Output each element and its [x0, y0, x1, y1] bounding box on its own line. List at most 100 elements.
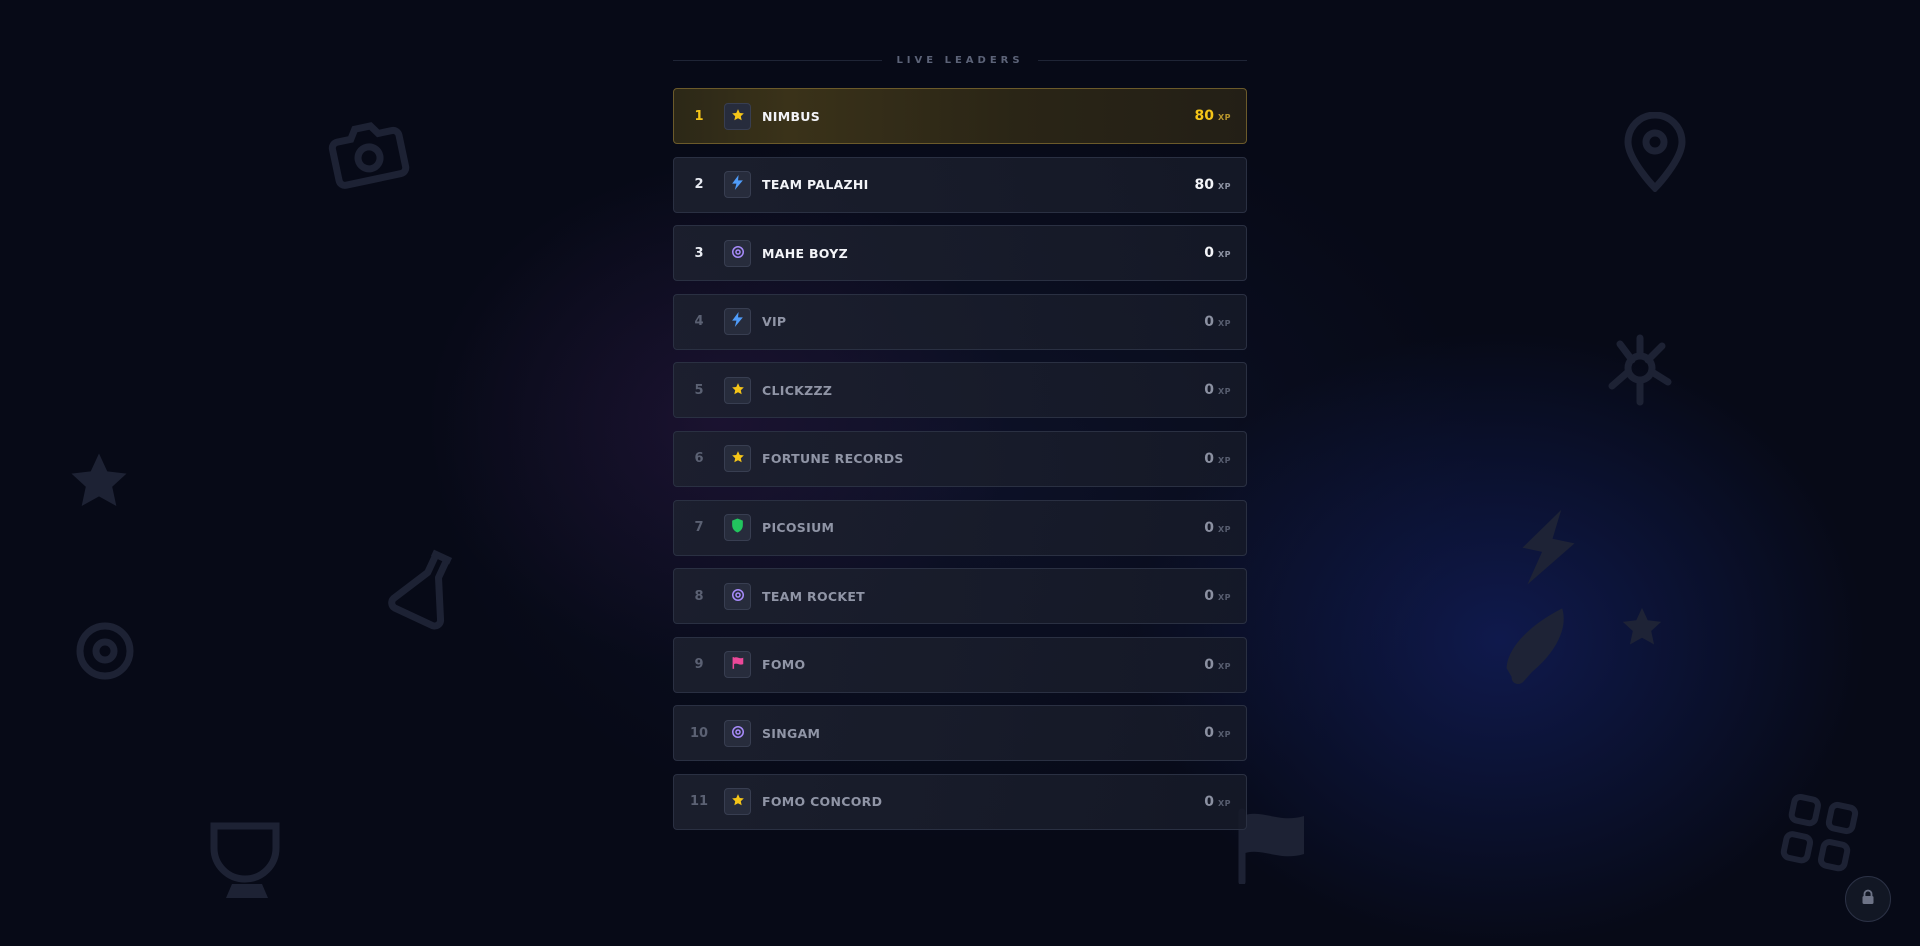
leaderboard-title: LIVE LEADERS: [882, 54, 1038, 66]
score-unit: XP: [1217, 387, 1231, 397]
lock-icon: [1861, 889, 1875, 909]
team-score: 0 XP: [1204, 245, 1231, 261]
team-badge: [724, 788, 751, 816]
target-icon: [731, 244, 745, 263]
flag-icon: [731, 655, 745, 674]
team-score: 0 XP: [1204, 382, 1231, 398]
score-unit: XP: [1217, 181, 1231, 191]
rank-number: 6: [694, 451, 704, 467]
leader-row: 7 PICOSIUM 0 XP: [673, 499, 1247, 556]
virus-icon: [1600, 330, 1680, 410]
team-name: FOMO: [762, 657, 806, 673]
camera-icon: [322, 110, 415, 195]
team-score: 0 XP: [1204, 451, 1231, 467]
grid-icon: [1775, 789, 1868, 882]
score-unit: XP: [1217, 730, 1231, 740]
team-name: TEAM PALAZHI: [762, 177, 869, 193]
team-score: 0 XP: [1204, 314, 1231, 330]
leaderboard: LIVE LEADERS 1 NIMBUS 80 XP 2 TEAM PALAZHI 80 X…: [673, 48, 1247, 843]
team-score: 0 XP: [1204, 520, 1231, 536]
team-name: TEAM ROCKET: [762, 588, 866, 604]
leaderboard-header: LIVE LEADERS: [673, 48, 1247, 72]
team-badge: [724, 239, 751, 267]
team-score: 80 XP: [1194, 177, 1231, 193]
leader-row: 9 FOMO 0 XP: [673, 636, 1247, 693]
leader-row: 3 MAHE BOYZ 0 XP: [673, 225, 1247, 282]
map-pin-icon: [1620, 112, 1690, 192]
rank-number: 2: [694, 177, 704, 193]
score-value: 0: [1204, 450, 1214, 467]
rank-number: 8: [694, 588, 704, 604]
rank-number: 3: [694, 245, 704, 261]
team-score: 0 XP: [1204, 657, 1231, 673]
team-name: MAHE BOYZ: [762, 245, 848, 261]
target-icon: [74, 620, 136, 682]
team-name: VIP: [762, 314, 787, 330]
team-score: 80 XP: [1194, 108, 1231, 124]
rank-number: 5: [694, 382, 704, 398]
score-unit: XP: [1217, 524, 1231, 534]
rank-number: 4: [694, 314, 704, 330]
score-unit: XP: [1217, 593, 1231, 603]
bolt-icon: [731, 312, 744, 331]
leader-row: 5 CLICKZZZ 0 XP: [673, 362, 1247, 419]
bolt-icon: [731, 175, 744, 194]
leader-row: 1 NIMBUS 80 XP: [673, 88, 1247, 144]
team-badge: [724, 719, 751, 747]
leader-row: 11 FOMO CONCORD 0 XP: [673, 773, 1247, 830]
rank-number: 11: [689, 794, 709, 810]
score-value: 80: [1194, 176, 1214, 193]
team-name: CLICKZZZ: [762, 382, 833, 398]
score-unit: XP: [1217, 318, 1231, 328]
leader-row: 2 TEAM PALAZHI 80 XP: [673, 156, 1247, 213]
score-value: 0: [1204, 588, 1214, 605]
leaderboard-list: 1 NIMBUS 80 XP 2 TEAM PALAZHI 80 XP 3 MAHE BOYZ 0 X…: [673, 88, 1247, 830]
lock-button[interactable]: [1845, 876, 1891, 922]
score-unit: XP: [1217, 250, 1231, 260]
star-icon: [731, 449, 745, 468]
score-value: 0: [1204, 656, 1214, 673]
bolt-icon: [1510, 503, 1585, 594]
star-icon: [731, 381, 745, 400]
background: LIVE LEADERS 1 NIMBUS 80 XP 2 TEAM PALAZHI 80 X…: [0, 0, 1920, 946]
score-value: 0: [1204, 519, 1214, 536]
score-unit: XP: [1217, 455, 1231, 465]
team-badge: [724, 171, 751, 199]
score-value: 0: [1204, 245, 1214, 262]
leader-row: 8 TEAM ROCKET 0 XP: [673, 568, 1247, 625]
team-name: SINGAM: [762, 725, 821, 741]
team-name: PICOSIUM: [762, 520, 835, 536]
team-badge: [724, 582, 751, 610]
leader-row: 4 VIP 0 XP: [673, 293, 1247, 350]
team-score: 0 XP: [1204, 794, 1231, 810]
team-name: FORTUNE RECORDS: [762, 451, 904, 467]
leader-row: 6 FORTUNE RECORDS 0 XP: [673, 430, 1247, 487]
rank-number: 9: [694, 657, 704, 673]
score-unit: XP: [1217, 798, 1231, 808]
team-score: 0 XP: [1204, 725, 1231, 741]
score-unit: XP: [1217, 113, 1231, 122]
team-badge: [724, 651, 751, 679]
small-star-icon: [1618, 604, 1666, 650]
score-unit: XP: [1217, 661, 1231, 671]
score-value: 0: [1204, 725, 1214, 742]
team-badge: [724, 514, 751, 542]
leader-row: 10 SINGAM 0 XP: [673, 705, 1247, 762]
star-icon: [731, 107, 745, 126]
score-value: 0: [1204, 382, 1214, 399]
team-name: FOMO CONCORD: [762, 794, 883, 810]
team-badge: [724, 102, 751, 130]
shield-icon: [731, 518, 744, 537]
target-icon: [731, 724, 745, 743]
team-badge: [724, 445, 751, 473]
team-name: NIMBUS: [762, 108, 821, 124]
star-icon: [731, 792, 745, 811]
rocket-icon: [1484, 594, 1595, 690]
team-badge: [724, 308, 751, 336]
rank-number: 10: [689, 725, 709, 741]
score-value: 80: [1194, 108, 1214, 124]
score-value: 0: [1204, 313, 1214, 330]
target-icon: [731, 587, 745, 606]
star-icon: [64, 448, 134, 514]
team-badge: [724, 376, 751, 404]
